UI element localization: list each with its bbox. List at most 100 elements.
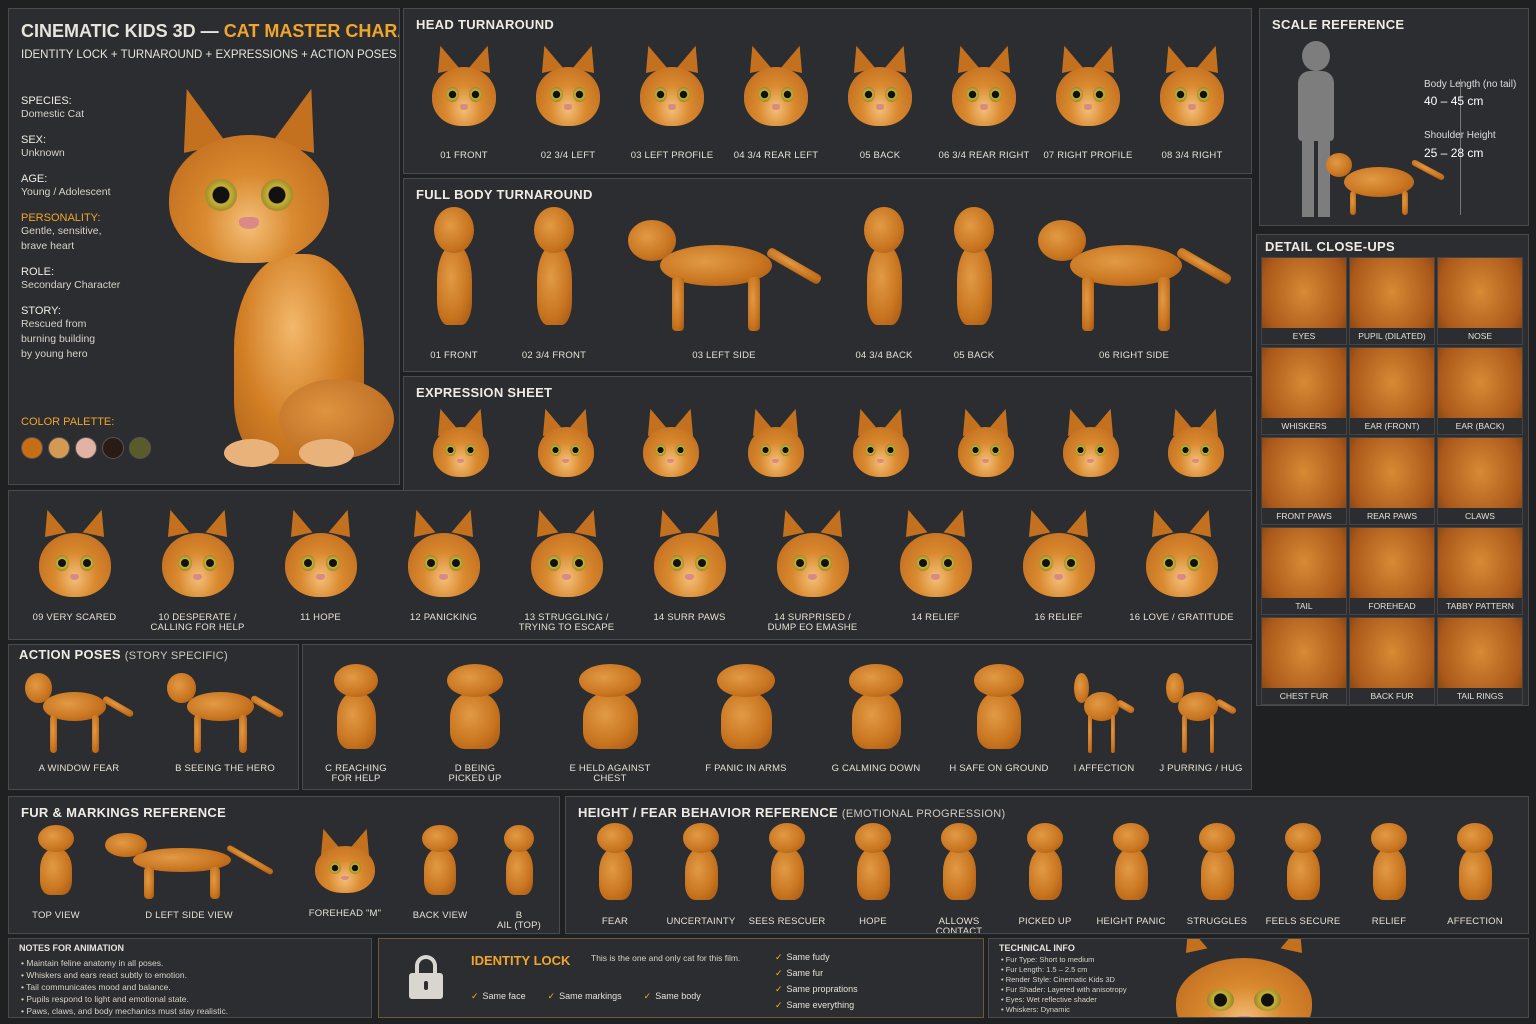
body-view: 01 FRONT [414,207,494,361]
expression-cell: 08 FRIGHTENED [1143,405,1248,501]
cat-pose-thumb [1165,664,1238,756]
body-view-label: 01 FRONT [430,350,478,361]
profile-field: SPECIES: Domestic Cat [21,95,151,122]
identity-check: ✓ Same proprations [775,981,858,997]
expression-cell: 04 AFFECTIONATE [723,405,828,501]
cat-fur-thumb [408,825,472,901]
fear-stage-label: PICKED UP [1018,916,1072,927]
closeup-label: TAIL [1262,598,1346,614]
action-pose: H SAFE ON GROUND [940,664,1058,774]
identity-check: ✓ Same fur [775,965,858,981]
cat-head-thumb [632,41,712,133]
profile-panel: CINEMATIC KIDS 3D — CAT MASTER CHARACTER… [8,8,400,485]
action-pose-label: A WINDOW FEAR [38,763,120,774]
cat-stage-thumb [1270,823,1336,907]
closeup-label: CLAWS RETRACTED [1438,508,1522,537]
identity-check-label: Same fur [786,968,824,978]
identity-check-label: Same proprations [786,984,858,994]
fear-stage: UNCERTAINTY [658,823,744,927]
cat-body-thumb [849,207,919,335]
closeup-tile: CLAWS RETRACTED [1437,437,1523,537]
head-turnaround-title: HEAD TURNAROUND [416,17,555,32]
head-view: 02 3/4 LEFT [516,41,620,161]
identity-checks-b: ✓ Same fudy ✓ Same fur ✓ Same proprations ✓ Sam… [775,949,858,1013]
expression-label: 12 PANICKING [409,612,478,623]
cat-head-thumb [528,41,608,133]
cat-face-closeup [1159,939,1329,1017]
fur-reference: FOREHEAD "M" [305,825,385,919]
profile-key: AGE: [21,173,48,185]
closeup-label: EYES [1262,328,1346,344]
closeup-label: BACK FUR [1350,688,1434,704]
action-pose: E HELD AGAINST CHEST [540,664,680,784]
checkmark-icon: ✓ [775,968,783,978]
cat-expression-thumb [951,405,1021,483]
profile-key: STORY: [21,305,61,317]
cat-stage-thumb [1356,823,1422,907]
body-view-label: 06 RIGHT SIDE [1099,350,1169,361]
fur-reference: BACK VIEW [405,825,475,921]
palette-label: COLOR PALETTE: [21,416,115,428]
identity-checks-a: ✓ Same face ✓ Same markings ✓ Same body [471,991,701,1002]
closeup-tile: PUPIL (DILATED) [1349,257,1435,345]
head-view-label: 01 FRONT [440,150,488,161]
identity-lock-tagline: This is the one and only cat for this fi… [591,953,741,963]
action-pose: D BEING PICKED UP [410,664,540,784]
expression-cell: 03 HAPPY [618,405,723,501]
profile-value: Domestic Cat [21,108,85,120]
action-pose-label: G CALMING DOWN [831,763,921,774]
note-line: • Whiskers and ears react subtly to emot… [21,970,187,980]
identity-check: ✓ Same everything [775,997,858,1013]
head-view: 06 3/4 REAR RIGHT [932,41,1036,161]
scale-reference-panel: SCALE REFERENCE Body Length (no tail) 40… [1259,8,1529,226]
body-length-label: Body Length (no tail) [1424,79,1517,90]
identity-check-label: Same body [655,991,701,1001]
closeup-tile: EYES [1261,257,1347,345]
cat-pose-thumb [955,664,1043,756]
expression-label: 14 RELIEF [911,612,960,623]
action-pose: I AFFECTION [1058,664,1150,774]
identity-lock-panel: IDENTITY LOCK This is the one and only c… [378,938,984,1018]
body-view-label: 02 3/4 FRONT [521,350,587,361]
identity-check-label: Same face [482,991,526,1001]
profile-field: STORY: Rescued from burning building by y… [21,305,151,362]
cat-expression-thumb [1161,405,1231,483]
expression-cell: 16 RELIEF [997,505,1120,623]
cat-expression-thumb [1056,405,1126,483]
closeup-label: CHEST FUR [1262,688,1346,704]
body-view: 03 LEFT SIDE [614,207,834,361]
action-pose-label: B SEEING THE HERO [175,763,275,774]
cat-body-thumb [939,207,1009,335]
head-view-label: 02 3/4 LEFT [540,150,596,161]
expression-cell: 14 SURR PAWS [628,505,751,623]
head-view: 05 BACK [828,41,932,161]
checkmark-icon: ✓ [775,952,783,962]
cat-expression-thumb [1137,505,1227,605]
note-line: • Paws, claws, and body mechanics must s… [21,1006,229,1016]
cat-body-thumb [519,207,589,335]
expression-cell: 14 RELIEF [874,505,997,623]
cat-head-thumb [1048,41,1128,133]
cat-expression-thumb [153,505,243,605]
head-view: 07 RIGHT PROFILE [1036,41,1140,161]
animation-notes-list: • Maintain feline anatomy in all poses. •… [21,957,228,1017]
fear-stage-label: FEELS SECURE [1265,916,1341,927]
action-pose: G CALMING DOWN [812,664,940,774]
head-view-label: 03 LEFT PROFILE [630,150,714,161]
cat-expression-thumb [768,505,858,605]
cat-stage-thumb [1012,823,1078,907]
profile-key: SEX: [21,134,47,146]
closeup-tile: CHEST FUR [1261,617,1347,705]
technical-info-title: TECHNICAL INFO [999,943,1075,953]
fear-stage-label: STRUGGLES [1186,916,1248,927]
action-pose-label: E HELD AGAINST CHEST [569,763,651,784]
profile-value: Secondary Character [21,279,121,291]
head-view-label: 04 3/4 REAR LEFT [733,150,819,161]
fur-markings-panel: FUR & MARKINGS REFERENCE TOP VIEW D LEFT … [8,796,560,934]
profile-field: SEX: Unknown [21,134,151,161]
head-view: 04 3/4 REAR LEFT [724,41,828,161]
head-turnaround-panel: HEAD TURNAROUND 01 FRONT 02 3/4 LEFT 03 LE… [403,8,1252,174]
cat-expression-thumb [741,405,811,483]
fur-reference-label: TOP VIEW [32,910,80,921]
note-line: • Tail communicates mood and balance. [21,982,171,992]
